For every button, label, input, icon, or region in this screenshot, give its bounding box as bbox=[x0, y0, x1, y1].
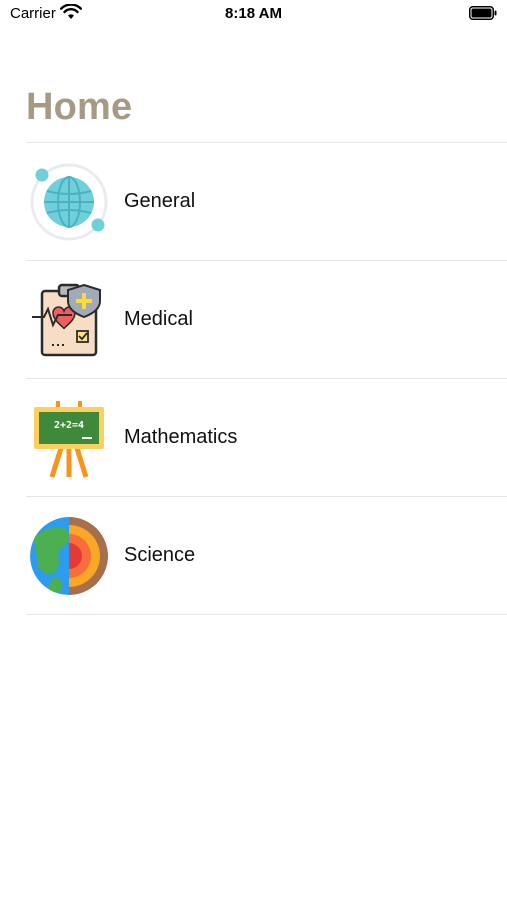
battery-icon bbox=[469, 6, 497, 20]
list-item-label: Mathematics bbox=[124, 426, 238, 448]
list-item-label: Medical bbox=[124, 308, 193, 330]
status-bar: Carrier 8:18 AM bbox=[0, 0, 507, 30]
list-item-science[interactable]: Science bbox=[26, 497, 507, 615]
page-title: Home bbox=[26, 86, 133, 128]
medical-clipboard-icon bbox=[28, 279, 110, 361]
list-item-mathematics[interactable]: 2+2=4 Mathematics bbox=[26, 379, 507, 497]
list-item-label: General bbox=[124, 190, 196, 212]
earth-layers-icon bbox=[28, 515, 110, 597]
clock-time: 8:18 AM bbox=[225, 5, 282, 22]
globe-icon bbox=[28, 161, 110, 243]
list-item-label: Science bbox=[124, 544, 196, 566]
chalkboard-icon: 2+2=4 bbox=[28, 397, 110, 479]
list-item-general[interactable]: General bbox=[26, 143, 507, 261]
category-list: General Medical 2+2=4 Mathematics Scienc… bbox=[26, 142, 507, 615]
list-item-medical[interactable]: Medical bbox=[26, 261, 507, 379]
svg-text:2+2=4: 2+2=4 bbox=[54, 420, 84, 431]
